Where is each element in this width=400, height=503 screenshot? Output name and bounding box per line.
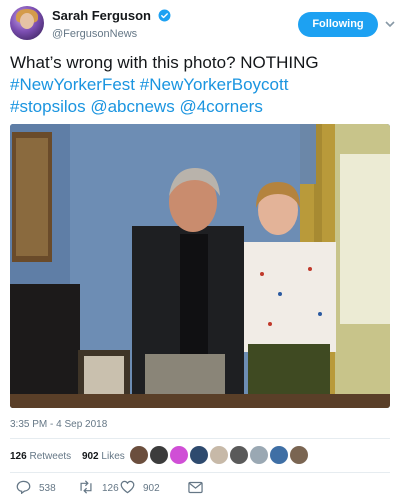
retweet-count: 126	[102, 483, 119, 494]
photo-image	[10, 124, 390, 408]
like-count: 902	[143, 483, 160, 494]
tweet-header: Sarah Ferguson @FergusonNews Following	[10, 6, 395, 42]
tweet-text-line: What’s wrong with this photo? NOTHING	[10, 52, 392, 74]
liker-avatar[interactable]	[210, 446, 228, 464]
following-button[interactable]: Following	[298, 12, 378, 37]
likes-stat[interactable]: 902 Likes	[82, 446, 125, 468]
tweet-text-span: What’s wrong with this photo? NOTHING	[10, 53, 319, 72]
likes-label: Likes	[101, 451, 125, 462]
retweets-count: 126	[10, 451, 27, 462]
hashtag-link[interactable]: #NewYorkerFest	[10, 75, 135, 94]
avatar[interactable]	[10, 6, 44, 40]
direct-message-button[interactable]	[188, 480, 211, 498]
retweet-icon	[80, 480, 92, 494]
reply-icon	[16, 480, 31, 495]
hashtag-link[interactable]: #stopsilos	[10, 97, 86, 116]
liker-avatar[interactable]	[170, 446, 188, 464]
liker-avatar[interactable]	[270, 446, 288, 464]
divider	[10, 438, 390, 439]
liker-avatar[interactable]	[150, 446, 168, 464]
tweet-text: What’s wrong with this photo? NOTHING #Ne…	[10, 52, 392, 118]
user-handle[interactable]: @FergusonNews	[52, 28, 171, 40]
liker-avatar[interactable]	[190, 446, 208, 464]
tweet-actions: 538 126 902	[10, 480, 390, 498]
liker-avatar[interactable]	[290, 446, 308, 464]
retweets-label: Retweets	[29, 451, 72, 462]
engagement-stats: 126 Retweets 902 Likes	[10, 446, 133, 468]
tweet-text-line: #NewYorkerFest #NewYorkerBoycott	[10, 74, 392, 96]
liker-avatar[interactable]	[250, 446, 268, 464]
mention-link[interactable]: @abcnews	[90, 97, 174, 116]
tweet-text-line: #stopsilos @abcnews @4corners	[10, 96, 392, 118]
chevron-down-icon[interactable]	[385, 19, 395, 29]
retweets-stat[interactable]: 126 Retweets	[10, 446, 71, 468]
retweet-button[interactable]: 126	[78, 480, 119, 498]
hashtag-link[interactable]: #NewYorkerBoycott	[140, 75, 289, 94]
mention-link[interactable]: @4corners	[179, 97, 262, 116]
tweet-photo[interactable]	[10, 124, 390, 408]
tweet-timestamp[interactable]: 3:35 PM - 4 Sep 2018	[10, 419, 107, 430]
liker-avatar[interactable]	[230, 446, 248, 464]
likes-count: 902	[81, 451, 99, 462]
reply-button[interactable]: 538	[16, 480, 56, 498]
envelope-icon	[188, 481, 203, 494]
reply-count: 538	[39, 483, 56, 494]
display-name[interactable]: Sarah Ferguson	[52, 8, 151, 23]
heart-icon	[120, 480, 135, 494]
author-block[interactable]: Sarah Ferguson @FergusonNews	[52, 7, 171, 40]
verified-badge-icon	[158, 9, 171, 22]
divider	[10, 472, 390, 473]
like-button[interactable]: 902	[120, 480, 160, 498]
liker-avatar[interactable]	[130, 446, 148, 464]
